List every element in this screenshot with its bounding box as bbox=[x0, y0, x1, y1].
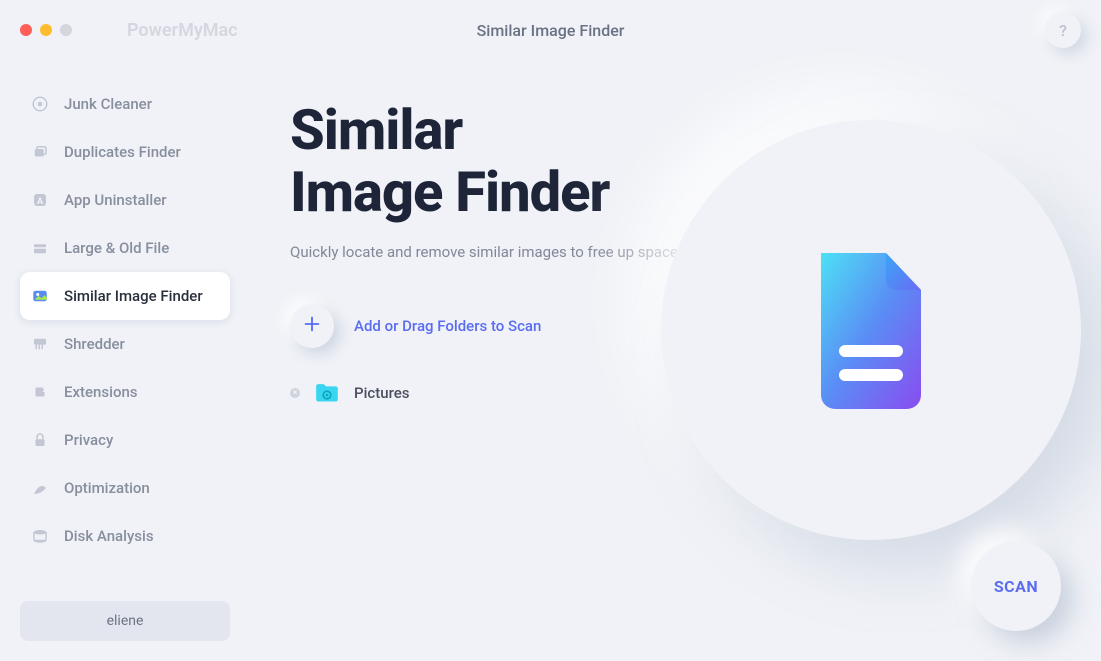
junk-icon bbox=[30, 94, 50, 114]
minimize-window-button[interactable] bbox=[40, 24, 52, 36]
close-window-button[interactable] bbox=[20, 24, 32, 36]
window-controls bbox=[20, 24, 72, 36]
main-content: Similar Image Finder Quickly locate and … bbox=[250, 60, 1101, 661]
heading-line2: Image Finder bbox=[290, 162, 710, 224]
image-finder-icon bbox=[30, 286, 50, 306]
folder-name: Pictures bbox=[354, 384, 409, 402]
maximize-window-button[interactable] bbox=[60, 24, 72, 36]
sidebar-item-optimization[interactable]: Optimization bbox=[20, 464, 230, 512]
remove-folder-button[interactable]: × bbox=[290, 388, 300, 398]
optimization-icon bbox=[30, 478, 50, 498]
sidebar-item-label: Large & Old File bbox=[64, 239, 169, 257]
user-badge[interactable]: eliene bbox=[20, 601, 230, 641]
sidebar-item-shredder[interactable]: Shredder bbox=[20, 320, 230, 368]
sidebar-item-label: Duplicates Finder bbox=[64, 143, 181, 161]
disk-icon bbox=[30, 526, 50, 546]
sidebar-item-label: Similar Image Finder bbox=[64, 287, 203, 305]
body: Junk Cleaner Duplicates Finder A App Uni… bbox=[0, 60, 1101, 661]
sidebar-item-similar-image-finder[interactable]: Similar Image Finder bbox=[20, 272, 230, 320]
shredder-icon bbox=[30, 334, 50, 354]
folder-icon bbox=[314, 382, 340, 404]
privacy-icon bbox=[30, 430, 50, 450]
title-bar: PowerMyMac Similar Image Finder ? bbox=[0, 0, 1101, 60]
scan-button[interactable]: SCAN bbox=[971, 541, 1061, 631]
hero-illustration bbox=[661, 120, 1081, 540]
page-title: Similar Image Finder bbox=[477, 21, 625, 40]
heading-line1: Similar bbox=[290, 100, 710, 162]
sidebar-item-label: Extensions bbox=[64, 383, 138, 401]
sidebar-item-app-uninstaller[interactable]: A App Uninstaller bbox=[20, 176, 230, 224]
sidebar-item-label: Optimization bbox=[64, 479, 150, 497]
sidebar-item-label: Junk Cleaner bbox=[64, 95, 152, 113]
add-folder-label[interactable]: Add or Drag Folders to Scan bbox=[354, 317, 541, 335]
app-window: PowerMyMac Similar Image Finder ? Junk C… bbox=[0, 0, 1101, 661]
heading: Similar Image Finder bbox=[290, 100, 710, 223]
sidebar-item-label: Shredder bbox=[64, 335, 125, 353]
extensions-icon bbox=[30, 382, 50, 402]
help-button[interactable]: ? bbox=[1045, 12, 1081, 48]
scan-label: SCAN bbox=[994, 577, 1038, 596]
sidebar-item-junk-cleaner[interactable]: Junk Cleaner bbox=[20, 80, 230, 128]
duplicates-icon bbox=[30, 142, 50, 162]
sidebar-item-privacy[interactable]: Privacy bbox=[20, 416, 230, 464]
user-name: eliene bbox=[107, 613, 144, 629]
sidebar-item-label: App Uninstaller bbox=[64, 191, 167, 209]
sidebar-item-label: Privacy bbox=[64, 431, 113, 449]
plus-icon bbox=[301, 313, 323, 339]
sidebar-item-large-old-file[interactable]: Large & Old File bbox=[20, 224, 230, 272]
sidebar-item-disk-analysis[interactable]: Disk Analysis bbox=[20, 512, 230, 560]
uninstaller-icon: A bbox=[30, 190, 50, 210]
sidebar-item-label: Disk Analysis bbox=[64, 527, 154, 545]
large-file-icon bbox=[30, 238, 50, 258]
svg-text:A: A bbox=[37, 197, 44, 207]
help-icon: ? bbox=[1059, 21, 1067, 40]
app-name: PowerMyMac bbox=[127, 20, 238, 41]
add-folder-button[interactable] bbox=[290, 304, 334, 348]
heading-block: Similar Image Finder Quickly locate and … bbox=[290, 100, 710, 264]
sidebar: Junk Cleaner Duplicates Finder A App Uni… bbox=[0, 60, 250, 661]
subtitle: Quickly locate and remove similar images… bbox=[290, 241, 710, 264]
sidebar-item-extensions[interactable]: Extensions bbox=[20, 368, 230, 416]
sidebar-item-duplicates-finder[interactable]: Duplicates Finder bbox=[20, 128, 230, 176]
document-illustration-icon bbox=[801, 245, 941, 415]
